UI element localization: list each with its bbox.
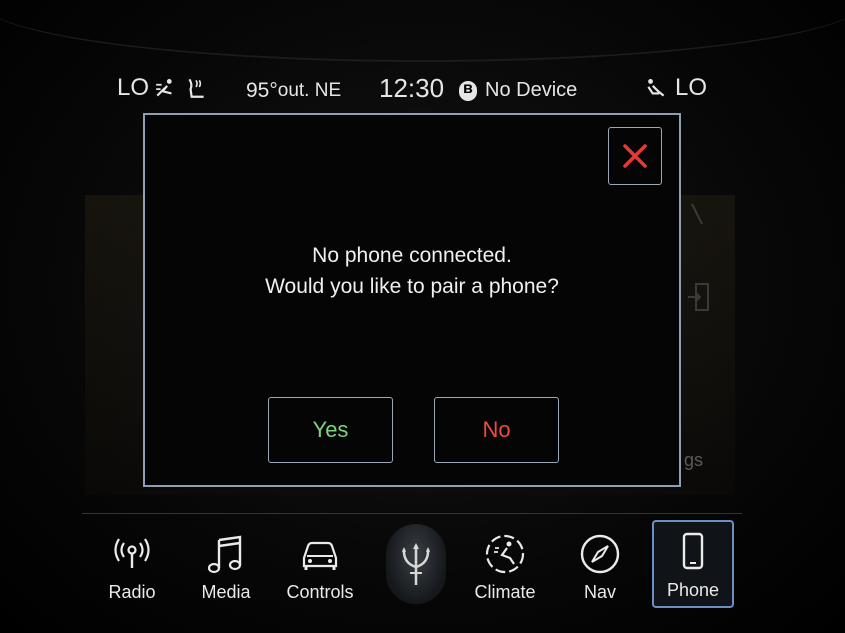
climate-icon [485,534,525,574]
no-button[interactable]: No [434,397,559,463]
phone-icon [682,532,704,570]
passenger-temp: LO [675,74,708,101]
close-button[interactable] [608,127,662,185]
transfer-icon [688,283,709,311]
outside-temp-suffix: out. NE [277,80,342,101]
airflow-seat-icon [156,79,172,97]
outside-temperature: 95° out. NE [246,79,341,103]
passenger-airflow-icon [647,79,665,97]
nav-media-label: Media [201,582,251,602]
radio-icon [114,538,150,568]
bezel [0,0,845,62]
passenger-climate[interactable]: LO [643,74,707,102]
music-note-icon [207,535,242,574]
bottom-nav: Radio Media Controls Climate Nav Phone [82,513,742,614]
nav-climate[interactable]: Climate [465,522,545,612]
bluetooth-icon [459,80,477,101]
nav-navigation[interactable]: Nav [560,522,640,612]
infotainment-screen: LO 95° out. NE 12:30 No Device [0,0,845,633]
background-partial-label: gs [684,450,704,470]
outside-temp-value: 95° [246,79,278,102]
driver-climate[interactable]: LO [117,74,209,102]
nav-phone[interactable]: Phone [652,520,734,608]
nav-radio-label: Radio [108,582,156,602]
nav-climate-label: Climate [474,582,536,602]
yes-button[interactable]: Yes [268,397,393,463]
bluetooth-status: No Device [459,79,577,102]
status-bar: LO 95° out. NE 12:30 No Device [0,70,845,110]
dialog-message-line2: Would you like to pair a phone? [265,275,559,298]
clock: 12:30 [379,73,445,103]
nav-radio[interactable]: Radio [92,522,172,612]
seat-heat-icon [188,78,204,98]
trident-logo[interactable] [386,524,446,604]
nav-controls-label: Controls [286,582,354,602]
bluetooth-device-label: No Device [485,79,578,101]
dialog-message: No phone connected. Would you like to pa… [145,240,679,302]
compass-icon [580,534,620,574]
nav-navigation-label: Nav [583,582,616,602]
background-side-icons [686,200,726,315]
nav-media[interactable]: Media [186,522,266,612]
trident-icon [402,543,430,585]
nav-phone-label: Phone [666,580,720,600]
nav-controls[interactable]: Controls [280,522,360,612]
mute-icon [691,203,703,225]
car-icon [302,541,338,570]
pair-phone-dialog: No phone connected. Would you like to pa… [143,113,681,487]
dialog-message-line1: No phone connected. [312,244,512,267]
driver-temp: LO [117,74,150,101]
close-icon [623,144,647,168]
